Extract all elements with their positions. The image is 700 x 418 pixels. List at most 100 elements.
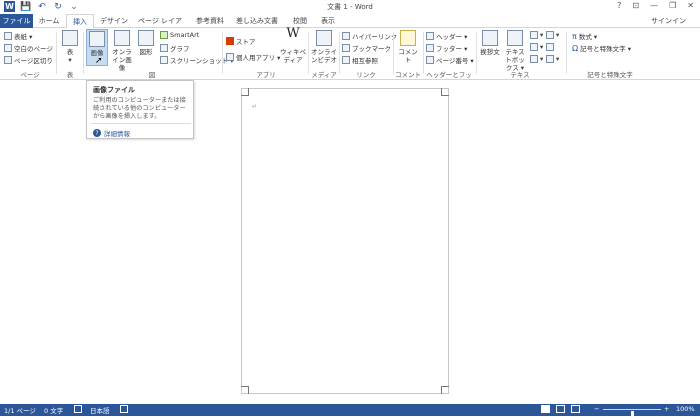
chevron-down-icon: ▾ [556, 31, 560, 39]
symbol-button[interactable]: Ω 記号と特殊文字 ▾ [572, 43, 631, 54]
undo-icon[interactable]: ↶ [37, 2, 47, 12]
zoom-slider[interactable] [603, 409, 661, 418]
quick-access-toolbar: W 💾 ↶ ↻ ⌄ [4, 1, 79, 12]
online-pictures-button[interactable]: オンライン画像 [110, 30, 134, 72]
bookmark-icon [342, 44, 350, 52]
tooltip-description: ご利用のコンピューターまたは接続されている他のコンピューターから画像を挿入します… [93, 97, 186, 120]
greeting-button[interactable]: 挨拶文 [479, 30, 501, 56]
signature-line-button[interactable]: ▾ [546, 31, 559, 39]
language-indicator[interactable]: 日本語 [90, 405, 110, 415]
bookmark-label: ブックマーク [352, 45, 391, 53]
title-bar: W 💾 ↶ ↻ ⌄ 文書 1 - Word ? ⊡ — ❐ ✕ [0, 0, 700, 13]
screenshot-icon [160, 56, 168, 64]
chart-icon [160, 44, 168, 52]
status-bar: 1/1 ページ 0 文字 日本語 − + 100% [0, 404, 700, 418]
drop-cap-button[interactable]: ▾ [530, 55, 543, 63]
group-label-table: 表 [66, 71, 74, 79]
pi-icon: π [572, 31, 577, 41]
date-time-button[interactable] [546, 43, 554, 51]
macro-icon[interactable] [120, 405, 128, 413]
group-separator [423, 32, 424, 74]
tab-insert[interactable]: 挿入 [66, 14, 94, 29]
page-break-button[interactable]: ページ区切り [4, 55, 53, 65]
page-count[interactable]: 1/1 ページ [4, 405, 36, 415]
comment-button[interactable]: コメント [396, 30, 420, 64]
picture-tooltip: 画像ファイル ご利用のコンピューターまたは接続されている他のコンピューターから画… [86, 80, 194, 139]
hyperlink-label: ハイパーリンク [352, 33, 398, 41]
tab-mailings[interactable]: 差し込み文書 [234, 14, 280, 28]
ribbon-display-options-icon[interactable]: ⊡ [632, 1, 639, 10]
zoom-slider-knob[interactable] [630, 411, 634, 418]
cross-reference-button[interactable]: 相互参照 [342, 55, 378, 65]
tab-references[interactable]: 参考資料 [192, 14, 228, 28]
bookmark-button[interactable]: ブックマーク [342, 43, 391, 53]
print-layout-icon[interactable] [556, 405, 565, 413]
word-count[interactable]: 0 文字 [44, 405, 63, 415]
group-label-illustrations: 図 [148, 71, 156, 79]
omega-icon: Ω [572, 43, 579, 53]
comment-label: コメント [398, 48, 418, 64]
help-icon[interactable]: ? [617, 1, 621, 10]
group-separator [566, 32, 567, 74]
signin-link[interactable]: サインイン [651, 16, 686, 26]
equation-button[interactable]: π 数式 ▾ [572, 31, 598, 42]
online-video-label: オンラインビデオ [311, 48, 337, 64]
quick-parts-button[interactable]: ▾ [530, 31, 543, 39]
signature-line-icon [546, 31, 554, 39]
zoom-out-icon[interactable]: − [594, 405, 599, 413]
zoom-level[interactable]: 100% [676, 405, 695, 413]
store-button[interactable]: ストア [226, 36, 256, 46]
cover-page-button[interactable]: 表紙 ▾ [4, 31, 32, 41]
maximize-icon[interactable]: ❐ [669, 1, 676, 10]
equation-label: 数式 ▾ [578, 33, 598, 41]
ribbon-tab-bar: ファイル ホーム 挿入 デザイン ページ レイアウト 参考資料 差し込み文書 校… [0, 14, 700, 39]
page-number-icon [426, 56, 434, 64]
group-label-links: リンク [356, 71, 376, 79]
group-separator [308, 32, 309, 74]
redo-icon[interactable]: ↻ [53, 2, 63, 12]
wikipedia-button[interactable]: W ウィキペディア [280, 27, 306, 64]
page-break-label: ページ区切り [14, 57, 53, 65]
tab-design[interactable]: デザイン [97, 14, 131, 28]
web-layout-icon[interactable] [571, 405, 580, 413]
document-page[interactable] [241, 88, 449, 394]
page-number-button[interactable]: ページ番号 ▾ [426, 55, 474, 65]
store-label: ストア [236, 38, 256, 46]
read-mode-icon[interactable] [541, 405, 550, 413]
smartart-button[interactable]: SmartArt [160, 31, 199, 39]
object-button[interactable]: ▾ [546, 55, 559, 63]
blank-page-label: 空白のページ [14, 45, 53, 53]
chart-button[interactable]: グラフ [160, 43, 190, 53]
hyperlink-button[interactable]: ハイパーリンク [342, 31, 397, 41]
greeting-icon [482, 30, 498, 46]
save-icon[interactable]: 💾 [20, 2, 31, 12]
close-icon[interactable]: ✕ [687, 1, 694, 10]
tab-page-layout[interactable]: ページ レイアウト [135, 14, 185, 39]
minimize-icon[interactable]: — [650, 1, 658, 10]
online-video-button[interactable]: オンラインビデオ [311, 30, 337, 64]
tab-home[interactable]: ホーム [36, 14, 62, 28]
tab-view[interactable]: 表示 [316, 14, 340, 28]
wordart-button[interactable]: ▾ [530, 43, 543, 51]
online-pictures-icon [114, 30, 130, 46]
paragraph-mark: ↵ [252, 103, 258, 110]
zoom-in-icon[interactable]: + [664, 405, 669, 413]
tooltip-title: 画像ファイル [93, 86, 135, 94]
group-label-pages: ページ [20, 71, 40, 79]
table-button[interactable]: 表 ▾ [60, 30, 80, 64]
group-label-media: メディア [311, 71, 337, 79]
chevron-down-icon: ▾ [540, 43, 544, 51]
footer-button[interactable]: フッター ▾ [426, 43, 467, 53]
my-apps-label: 個人用アプリ ▾ [236, 54, 281, 62]
tab-file[interactable]: ファイル [0, 14, 33, 28]
my-apps-button[interactable]: 個人用アプリ ▾ [226, 52, 280, 62]
blank-page-button[interactable]: 空白のページ [4, 43, 53, 53]
picture-icon [89, 31, 105, 47]
shapes-button[interactable]: 図形 [136, 30, 156, 56]
store-icon [226, 37, 234, 45]
tooltip-more-info-link[interactable]: ? 詳細情報 [93, 128, 130, 138]
customize-qat-icon[interactable]: ⌄ [69, 2, 79, 12]
text-box-button[interactable]: テキストボックス ▾ [503, 30, 527, 72]
proofing-icon[interactable] [74, 405, 82, 413]
header-button[interactable]: ヘッダー ▾ [426, 31, 467, 41]
